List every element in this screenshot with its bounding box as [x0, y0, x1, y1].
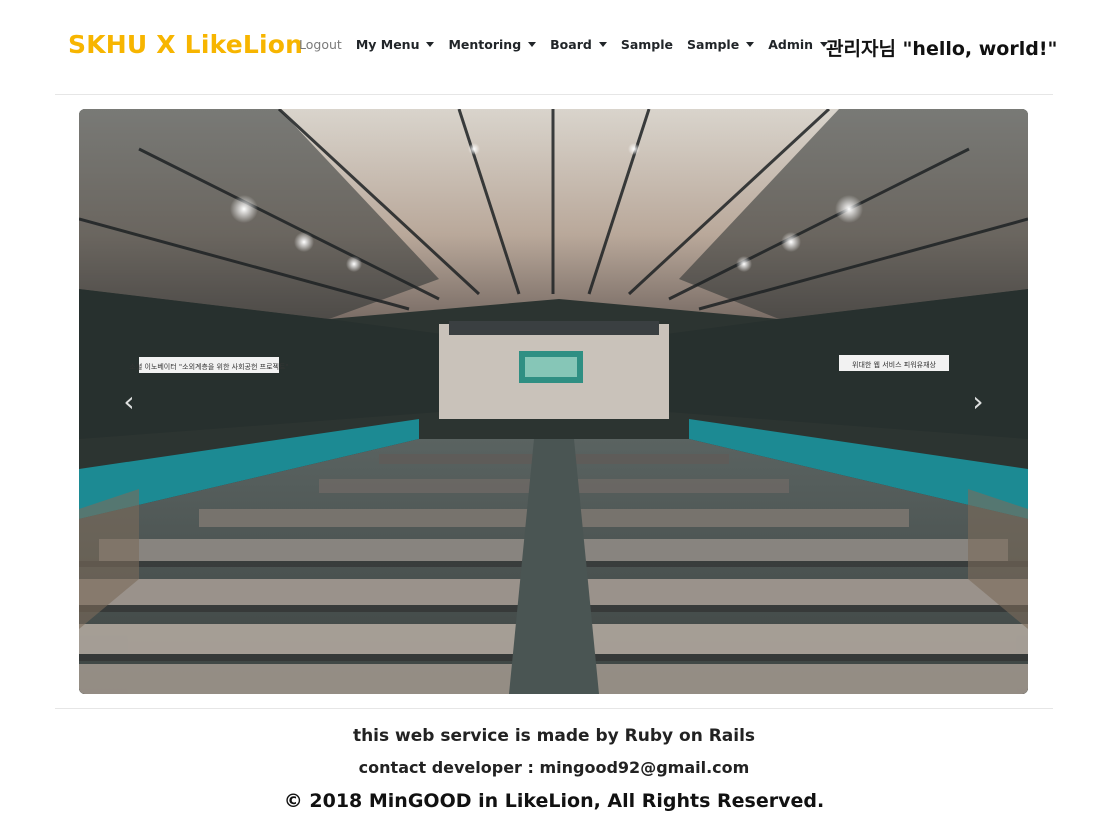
navbar: SKHU X LikeLion Logout My Menu Mentoring… [0, 0, 1108, 94]
nav-logout[interactable]: Logout [299, 37, 342, 52]
footer-copyright: © 2018 MinGOOD in LikeLion, All Rights R… [283, 790, 825, 812]
nav-board[interactable]: Board [550, 37, 607, 52]
caret-down-icon [746, 42, 755, 47]
nav-sample-dropdown[interactable]: Sample [687, 37, 755, 52]
nav-mentoring-label: Mentoring [448, 37, 522, 52]
user-greeting: 관리자님 "hello, world!" [826, 38, 1058, 60]
footer-made-by: this web service is made by Ruby on Rail… [352, 726, 756, 746]
image-carousel[interactable]: 소셜 이노베이터 "소외계층을 위한 사회공헌 프로젝트" 위대한 웹 서비스 … [79, 109, 1028, 694]
carousel-prev-button[interactable]: ‹ [109, 379, 149, 423]
carousel-slide-image: 소셜 이노베이터 "소외계층을 위한 사회공헌 프로젝트" 위대한 웹 서비스 … [79, 109, 1028, 694]
nav-admin-label: Admin [768, 37, 814, 52]
caret-down-icon [426, 42, 435, 47]
caret-down-icon [598, 42, 607, 47]
nav-admin[interactable]: Admin [768, 37, 829, 52]
caret-down-icon [528, 42, 537, 47]
nav-sample[interactable]: Sample [621, 37, 673, 52]
nav-sample-dropdown-label: Sample [687, 37, 740, 52]
chevron-right-icon: › [972, 384, 984, 418]
header-divider [55, 94, 1053, 95]
footer-divider [55, 708, 1053, 709]
brand-logo[interactable]: SKHU X LikeLion [68, 30, 303, 59]
footer-contact: contact developer : mingood92@gmail.com [358, 758, 750, 777]
nav-my-menu[interactable]: My Menu [356, 37, 435, 52]
nav-board-label: Board [550, 37, 592, 52]
nav-menu: Logout My Menu Mentoring Board Sample Sa… [299, 37, 842, 52]
nav-mentoring[interactable]: Mentoring [448, 37, 537, 52]
nav-my-menu-label: My Menu [355, 37, 420, 52]
chevron-left-icon: ‹ [123, 384, 135, 418]
banner-right-text: 위대한 웹 서비스 피워유재상 [852, 360, 937, 369]
carousel-next-button[interactable]: › [958, 379, 998, 423]
banner-left-text: 소셜 이노베이터 "소외계층을 위한 사회공헌 프로젝트" [129, 362, 288, 371]
